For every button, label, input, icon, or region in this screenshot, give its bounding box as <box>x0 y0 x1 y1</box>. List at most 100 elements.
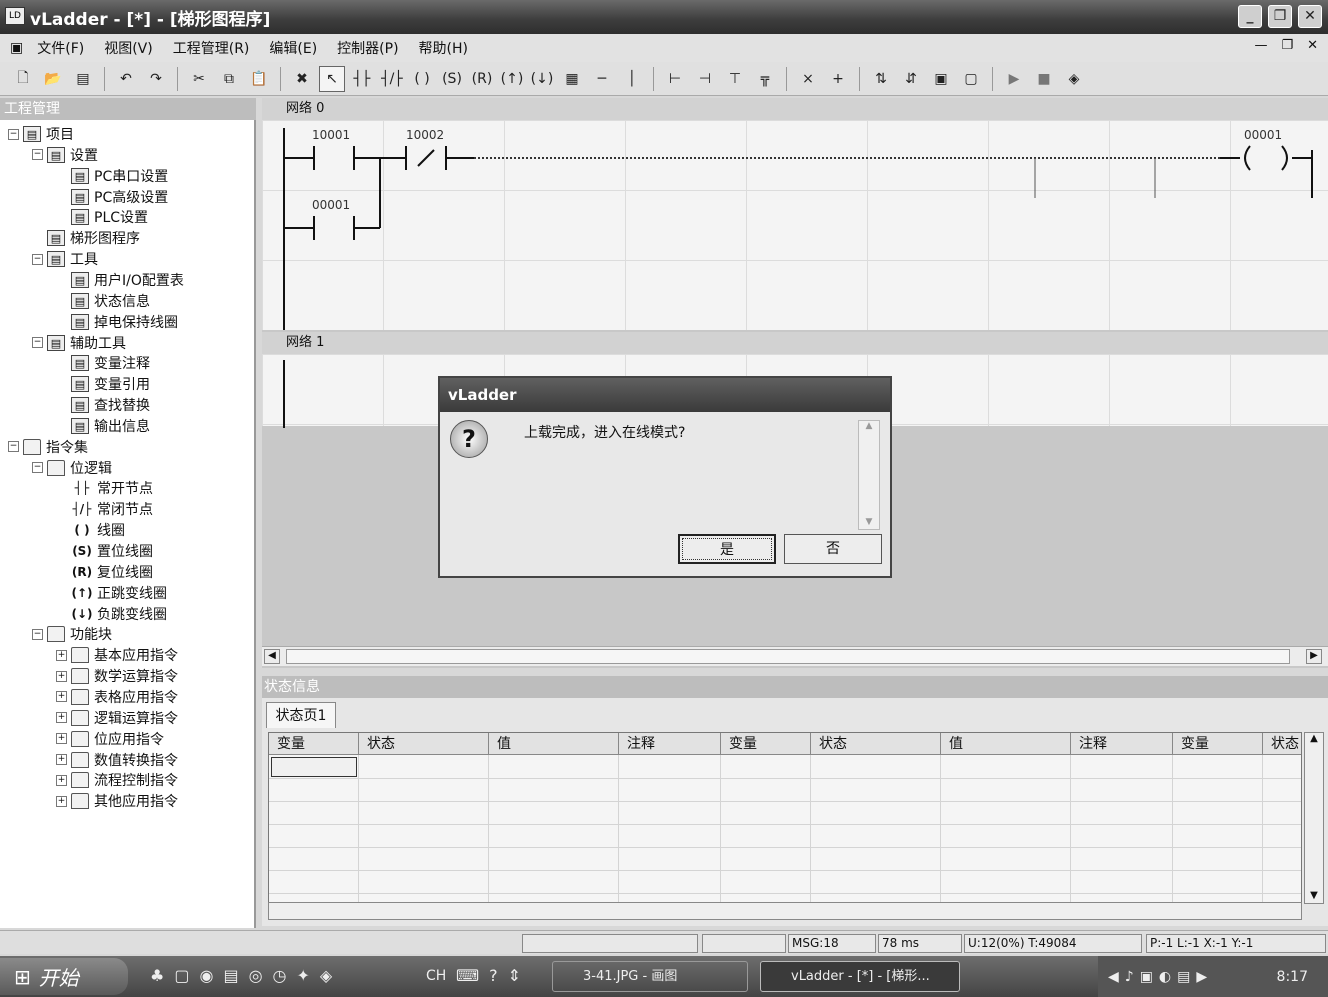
tree-item[interactable]: + 逻辑运算指令 <box>56 708 178 728</box>
tree-item[interactable]: ▤ 状态信息 <box>56 291 150 311</box>
quicklaunch-folder-icon[interactable]: ▤ <box>223 966 238 985</box>
download-icon[interactable]: ⇵ <box>898 66 924 92</box>
grid-column-header[interactable]: 注释 <box>619 733 721 755</box>
status-grid[interactable]: 变量 状态值注释 变量 状态值注释 变量 状态 <box>268 732 1302 904</box>
tree-item[interactable]: − ▤ 辅助工具 <box>32 333 126 353</box>
grid-column-header[interactable]: 变量 <box>721 733 811 755</box>
start-button[interactable]: ⊞ 开始 <box>0 958 128 995</box>
expand-icon[interactable]: + <box>56 712 67 724</box>
coil-icon[interactable]: ( ) <box>409 66 435 92</box>
expand-icon[interactable]: + <box>56 733 67 745</box>
quicklaunch-browser-icon[interactable]: ◎ <box>249 966 263 985</box>
tree-item[interactable]: − 功能块 <box>32 624 112 644</box>
menu-help[interactable]: 帮助(H) <box>419 38 468 58</box>
mdi-close-icon[interactable]: ✕ <box>1307 38 1318 53</box>
delete-row-icon[interactable]: × <box>795 66 821 92</box>
pos-edge-coil-icon[interactable]: (↑) <box>499 66 525 92</box>
tree-item[interactable]: ▤ 变量注释 <box>56 353 150 373</box>
ime-options-icon[interactable]: ⇕ <box>508 966 521 985</box>
tree-item[interactable]: + 表格应用指令 <box>56 687 178 707</box>
dialog-scroll-up-icon[interactable]: ▲ <box>859 421 879 431</box>
menu-project[interactable]: 工程管理(R) <box>173 38 250 58</box>
close-button[interactable]: ✕ <box>1298 5 1322 28</box>
tree-item[interactable]: (S) 置位线圈 <box>56 541 153 561</box>
upload-icon[interactable]: ⇅ <box>868 66 894 92</box>
no-contact-icon[interactable]: ┤├ <box>349 66 375 92</box>
grid-column-header[interactable]: 值 <box>489 733 619 755</box>
run-icon[interactable]: ▶ <box>1001 66 1027 92</box>
menu-controller[interactable]: 控制器(P) <box>337 38 398 58</box>
expand-icon[interactable]: + <box>56 774 67 786</box>
quicklaunch-desktop-icon[interactable]: ▢ <box>174 966 189 985</box>
dialog-scroll-down-icon[interactable]: ▼ <box>859 517 879 527</box>
scroll-left-icon[interactable]: ◀ <box>264 649 280 664</box>
tree-item[interactable]: + 其他应用指令 <box>56 791 178 811</box>
function-block-icon[interactable]: ▦ <box>559 66 585 92</box>
grid-column-header[interactable]: 注释 <box>1071 733 1173 755</box>
expand-icon[interactable]: + <box>56 795 67 807</box>
collapse-icon[interactable]: − <box>32 253 43 265</box>
restore-button[interactable]: ❐ <box>1268 5 1292 28</box>
tree-item[interactable]: − ▤ 设置 <box>32 145 98 165</box>
nc-contact-icon[interactable]: ┤/├ <box>379 66 405 92</box>
horizontal-line-icon[interactable]: ─ <box>589 66 615 92</box>
expand-icon[interactable]: + <box>56 754 67 765</box>
tree-item[interactable]: − ▤ 项目 <box>8 124 74 144</box>
status-grid-vscroll[interactable]: ▲ ▼ <box>1304 732 1324 904</box>
editor-horizontal-scrollbar[interactable]: ◀ ▶ <box>262 646 1328 666</box>
tree-item[interactable]: ▤ PLC设置 <box>56 207 148 227</box>
tree-item[interactable]: ▤ PC高级设置 <box>56 187 168 207</box>
tree-item[interactable]: ▤ 查找替换 <box>56 395 150 415</box>
neg-edge-coil-icon[interactable]: (↓) <box>529 66 555 92</box>
tree-item[interactable]: ▤ 用户I/O配置表 <box>56 270 184 290</box>
scroll-right-icon[interactable]: ▶ <box>1306 649 1322 664</box>
set-coil-icon[interactable]: (S) <box>439 66 465 92</box>
quicklaunch-extra-icon[interactable]: ◈ <box>320 966 332 985</box>
expand-icon[interactable]: + <box>56 670 67 682</box>
tree-item[interactable]: (↑) 正跳变线圈 <box>56 583 167 603</box>
vladder-app-icon[interactable]: LD <box>5 7 25 25</box>
scroll-up-icon[interactable]: ▲ <box>1305 733 1323 744</box>
new-file-icon[interactable]: 🗋 <box>10 66 36 92</box>
cut-icon[interactable]: ✂ <box>186 66 212 92</box>
mdi-minimize-icon[interactable]: — <box>1254 38 1267 53</box>
insert-row-icon[interactable]: + <box>825 66 851 92</box>
branch-close-icon[interactable]: ⊣ <box>692 66 718 92</box>
grid-column-header[interactable]: 状态 <box>359 733 489 755</box>
collapse-icon[interactable]: − <box>32 337 43 348</box>
open-folder-icon[interactable]: 📂 <box>40 66 66 92</box>
tree-item[interactable]: + 数学运算指令 <box>56 666 178 686</box>
collapse-icon[interactable]: − <box>8 128 19 140</box>
quicklaunch-media-icon[interactable]: ◉ <box>199 966 213 985</box>
paste-icon[interactable]: 📋 <box>246 66 272 92</box>
reset-coil-icon[interactable]: (R) <box>469 66 495 92</box>
branch-merge-icon[interactable]: ╦ <box>752 66 778 92</box>
tree-item[interactable]: + 基本应用指令 <box>56 645 178 665</box>
quicklaunch-clock-icon[interactable]: ◷ <box>273 966 287 985</box>
grid-column-header[interactable]: 变量 <box>269 733 359 755</box>
quicklaunch-tool-icon[interactable]: ✦ <box>297 966 310 985</box>
tree-item[interactable]: + 流程控制指令 <box>56 770 178 790</box>
selected-cell[interactable] <box>271 757 357 777</box>
tree-item[interactable]: ┤/├ 常闭节点 <box>56 499 153 519</box>
tree-item[interactable]: (↓) 负跳变线圈 <box>56 604 167 624</box>
tree-item[interactable]: − 指令集 <box>8 437 88 457</box>
menu-file[interactable]: 文件(F) <box>37 38 84 58</box>
minimize-button[interactable]: _ <box>1238 5 1262 28</box>
tree-item[interactable]: ▤ 掉电保持线圈 <box>56 312 178 332</box>
help-icon[interactable]: ? <box>489 966 498 985</box>
tree-item[interactable]: ( ) 线圈 <box>56 520 125 540</box>
vertical-line-icon[interactable]: │ <box>619 66 645 92</box>
scroll-down-icon[interactable]: ▼ <box>1305 890 1323 901</box>
collapse-icon[interactable]: − <box>32 628 43 640</box>
quicklaunch-app-icon[interactable]: ♣ <box>150 966 164 985</box>
expand-icon[interactable]: + <box>56 691 67 703</box>
grid-column-header[interactable]: 值 <box>941 733 1071 755</box>
tree-item[interactable]: ▤ 输出信息 <box>56 416 150 436</box>
pointer-icon[interactable]: ↖ <box>319 65 345 92</box>
tree-item[interactable]: ▤ 变量引用 <box>56 374 150 394</box>
collapse-icon[interactable]: − <box>32 462 43 474</box>
branch-down-icon[interactable]: ⊤ <box>722 66 748 92</box>
no-button[interactable]: 否 <box>784 534 882 564</box>
redo-icon[interactable]: ↷ <box>143 66 169 92</box>
